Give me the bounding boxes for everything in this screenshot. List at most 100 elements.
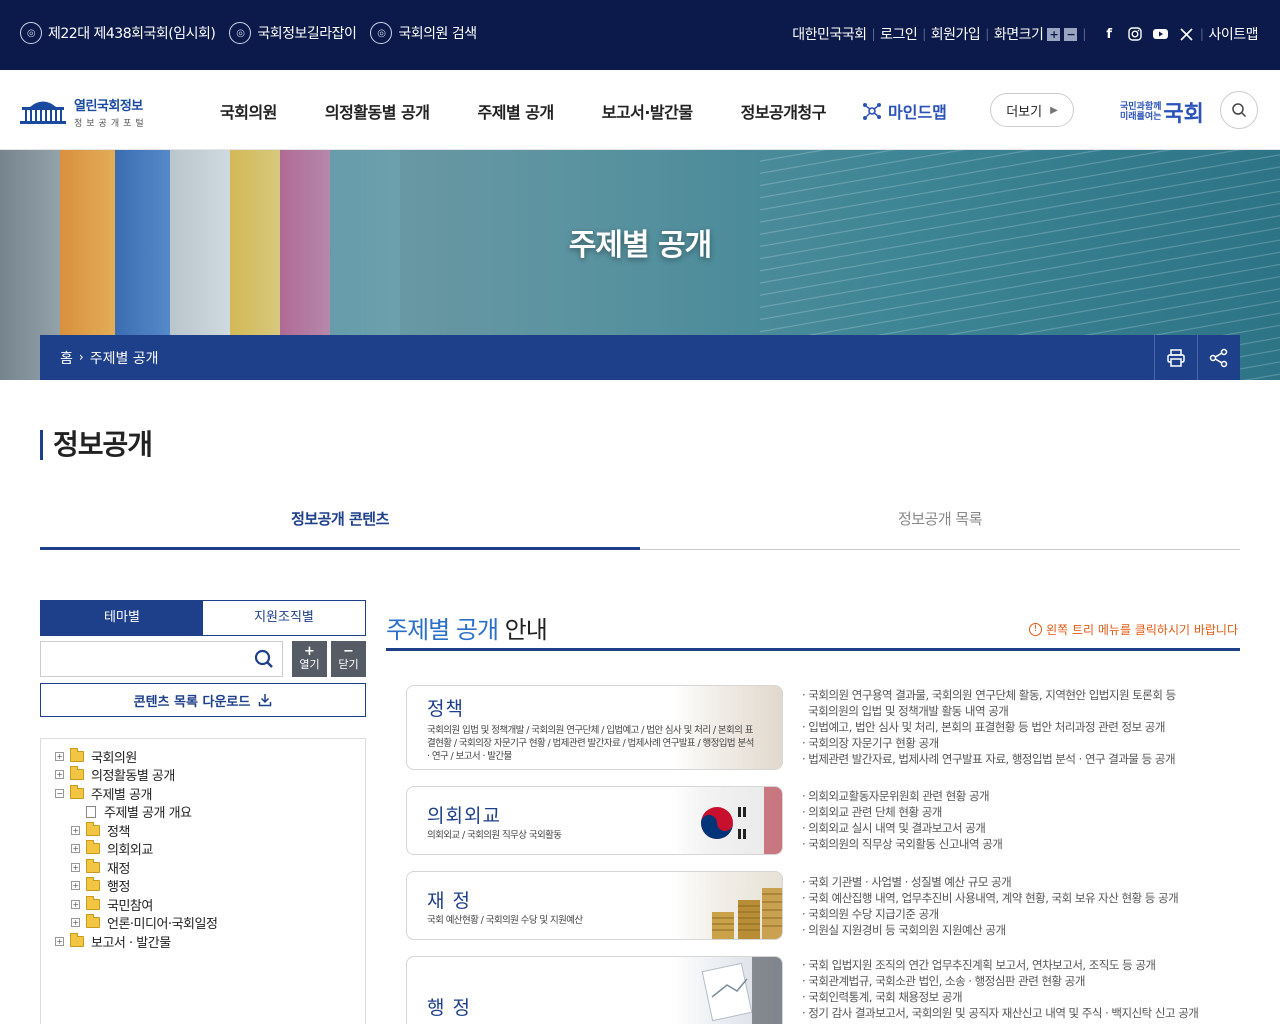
- tree-node[interactable]: + 행정: [41, 877, 365, 896]
- tree-search-input[interactable]: [41, 642, 241, 676]
- desc-line: · 법제관련 발간자료, 법제사례 연구발표 자료, 행정입법 분석 · 연구 …: [802, 752, 1176, 766]
- exclamation-icon: !: [1029, 623, 1043, 636]
- tree-node[interactable]: + 정책: [41, 821, 365, 840]
- coins-photo: [672, 872, 782, 939]
- hero-title: 주제별 공개: [568, 228, 712, 263]
- document-icon: [86, 805, 96, 818]
- card-title: 행 정: [427, 997, 471, 1019]
- menu-request[interactable]: 정보공개청구: [741, 99, 827, 123]
- topic-tree: + 국회의원 + 의정활동별 공개 − 주제별 공개 주제별 공개 개요 + 정책 + 의회외교 + 재…: [40, 738, 366, 1024]
- guide-link[interactable]: ◎ 국회정보길라잡이: [229, 22, 357, 44]
- tab-list[interactable]: 정보공개 목록: [640, 500, 1240, 549]
- brand-name: 국회: [1163, 102, 1204, 127]
- divider: |: [1199, 27, 1204, 41]
- card-title: 의회외교: [427, 805, 501, 827]
- menu-reports[interactable]: 보고서·발간물: [602, 99, 693, 123]
- global-search-button[interactable]: [1220, 91, 1258, 129]
- print-button[interactable]: [1154, 335, 1197, 380]
- logo-sub-text: 정보공개포털: [74, 119, 148, 129]
- mindmap-link[interactable]: 마인드맵: [862, 99, 947, 123]
- gnb-menu: 국회의원 의정활동별 공개 주제별 공개 보고서·발간물 정보공개청구: [220, 99, 874, 123]
- logo-main-text: 열린국회정보: [74, 99, 143, 114]
- desc-line: · 정기 감사 결과보고서, 국회의원 및 공직자 재산신고 내역 및 주식 ·…: [802, 1006, 1199, 1020]
- caret-right-icon: ▶: [1050, 104, 1058, 116]
- collapse-all-button[interactable]: − 닫기: [331, 641, 366, 677]
- top-utility-bar: ◎ 제22대 제438회국회(임시회) ◎ 국회정보길라잡이 ◎ 국회의원 검색…: [0, 0, 1280, 70]
- assembly-brand-logo[interactable]: 국민과함께 미래를여는 국회: [1120, 96, 1204, 128]
- expand-toggle-icon[interactable]: +: [71, 825, 80, 835]
- share-icon: [1209, 348, 1228, 367]
- member-search-link[interactable]: ◎ 국회의원 검색: [370, 22, 477, 44]
- more-button[interactable]: 더보기 ▶: [990, 93, 1074, 127]
- breadcrumb-home[interactable]: 홈: [60, 348, 73, 368]
- expand-toggle-icon[interactable]: +: [55, 770, 64, 780]
- instagram-icon[interactable]: [1127, 26, 1143, 42]
- tree-node[interactable]: + 의회외교: [41, 840, 365, 858]
- tree-node[interactable]: + 재정: [41, 858, 365, 877]
- expand-all-button[interactable]: + 열기: [292, 641, 327, 677]
- expand-toggle-icon[interactable]: +: [71, 844, 80, 854]
- zoom-in-button[interactable]: +: [1047, 27, 1061, 41]
- session-link[interactable]: ◎ 제22대 제438회국회(임시회): [20, 22, 216, 44]
- expand-toggle-icon[interactable]: +: [71, 918, 80, 928]
- site-logo[interactable]: 열린국회정보 정보공개포털: [20, 95, 148, 129]
- tree-node[interactable]: + 의정활동별 공개: [41, 766, 365, 784]
- card-subtitle: 국회의원 입법 및 정책개발 / 국회의원 연구단체 / 입법예고 / 법안 심…: [427, 725, 754, 762]
- tree-node-label: 보고서 · 발간물: [91, 935, 171, 951]
- search-icon[interactable]: [254, 649, 274, 669]
- menu-topic[interactable]: 주제별 공개: [478, 99, 555, 123]
- brand-slogan: 국민과함께 미래를여는: [1120, 102, 1161, 122]
- korean-flag-graphic: [701, 787, 782, 854]
- topic-card-finance[interactable]: 재 정 국회 예산현황 / 국회의원 수당 및 지원예산: [406, 871, 783, 940]
- topic-card-administration[interactable]: 행 정: [406, 956, 783, 1024]
- download-icon: [259, 694, 272, 707]
- x-twitter-icon[interactable]: [1179, 26, 1195, 42]
- sitemap-link[interactable]: 사이트맵: [1208, 24, 1258, 44]
- topic-card-policy[interactable]: 정책 국회의원 입법 및 정책개발 / 국회의원 연구단체 / 입법예고 / 법…: [406, 685, 783, 770]
- mindmap-label: 마인드맵: [888, 103, 947, 122]
- assembly-home-link[interactable]: 대한민국국회: [792, 24, 867, 44]
- menu-activity[interactable]: 의정활동별 공개: [325, 99, 430, 123]
- tree-hint: ! 왼쪽 트리 메뉴를 클릭하시기 바랍니다: [1029, 621, 1238, 638]
- tree-node-label: 행정: [107, 880, 130, 896]
- login-link[interactable]: 로그인: [880, 24, 918, 44]
- tab-theme[interactable]: 테마별: [41, 601, 203, 635]
- minus-icon: −: [343, 644, 354, 659]
- folder-icon: [70, 766, 84, 781]
- download-contents-button[interactable]: 콘텐츠 목록 다운로드: [40, 683, 366, 717]
- zoom-out-button[interactable]: −: [1064, 27, 1078, 41]
- tree-node[interactable]: + 보고서 · 발간물: [41, 932, 365, 951]
- share-button[interactable]: [1197, 335, 1240, 380]
- flags-photo: [672, 787, 782, 854]
- expand-toggle-icon[interactable]: +: [55, 936, 64, 946]
- desc-line: · 의원실 지원경비 등 국회의원 지원예산 공개: [802, 923, 1006, 937]
- expand-toggle-icon[interactable]: +: [71, 899, 80, 909]
- tree-node[interactable]: + 국회의원: [41, 747, 365, 766]
- expand-toggle-icon[interactable]: +: [71, 862, 80, 872]
- tree-type-tabs: 테마별 지원조직별: [40, 600, 366, 636]
- tree-node[interactable]: + 국민참여: [41, 895, 365, 914]
- desc-line: · 의회외교 실시 내역 및 결과보고서 공개: [802, 821, 986, 835]
- folder-icon: [86, 914, 100, 929]
- youtube-icon[interactable]: [1153, 26, 1169, 42]
- signup-link[interactable]: 회원가입: [931, 24, 981, 44]
- expand-toggle-icon[interactable]: +: [55, 751, 64, 761]
- tab-contents[interactable]: 정보공개 콘텐츠: [40, 500, 640, 550]
- tree-node[interactable]: + 언론·미디어·국회일정: [41, 914, 365, 933]
- card-subtitle: 국회 예산현황 / 국회의원 수당 및 지원예산: [427, 915, 583, 926]
- content-title-rest: 안내: [498, 616, 548, 644]
- tree-node-label: 언론·미디어·국회일정: [107, 917, 218, 933]
- topic-card-diplomacy[interactable]: 의회외교 의회외교 / 국회의원 직무상 국외활동: [406, 786, 783, 855]
- breadcrumb-bar: 홈 › 주제별 공개: [40, 335, 1240, 380]
- brand-slogan-line1: 국민과함께: [1120, 102, 1162, 112]
- tree-node[interactable]: − 주제별 공개: [41, 784, 365, 803]
- tree-node[interactable]: 주제별 공개 개요: [41, 803, 365, 821]
- menu-member[interactable]: 국회의원: [220, 99, 277, 123]
- collapse-toggle-icon[interactable]: −: [55, 788, 64, 798]
- tree-node-label: 주제별 공개: [91, 787, 152, 803]
- paperwork-photo: [672, 957, 782, 1024]
- facebook-icon[interactable]: f: [1101, 26, 1117, 42]
- tab-organization[interactable]: 지원조직별: [203, 601, 365, 635]
- expand-toggle-icon[interactable]: +: [71, 881, 80, 891]
